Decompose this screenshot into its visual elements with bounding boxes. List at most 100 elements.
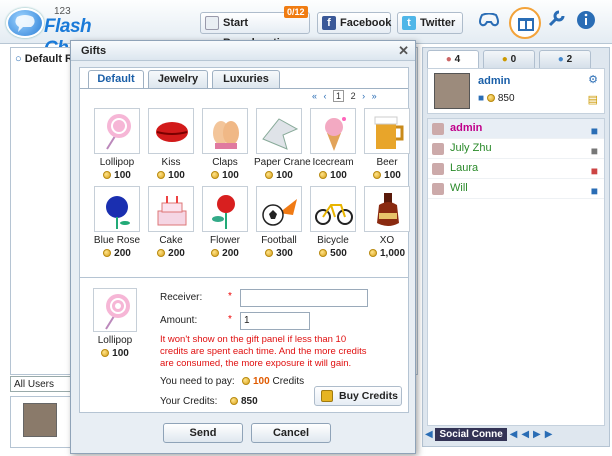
gift-item[interactable]: Icecream 100 (308, 108, 358, 181)
self-avatar[interactable] (434, 73, 470, 109)
cake-icon (148, 186, 194, 232)
tab-jewelry[interactable]: Jewelry (148, 70, 208, 88)
page-2[interactable]: 2 (351, 91, 356, 101)
gift-item[interactable]: Blue Rose 200 (92, 186, 142, 259)
coin-icon (373, 171, 382, 179)
receiver-input[interactable] (240, 289, 368, 307)
gift-item[interactable]: Lollipop 100 (92, 108, 142, 181)
social-connect-label[interactable]: Social Conne (435, 428, 507, 441)
social-nav-icons[interactable]: ◀◀▶▶ (510, 429, 557, 440)
user-row-july-zhu[interactable]: July Zhu ■ (428, 139, 604, 159)
pay-unit: Credits (272, 376, 305, 387)
gamepad-icon[interactable] (476, 10, 502, 36)
coin-icon (103, 171, 112, 179)
room-tab[interactable]: ○ Default R (15, 53, 73, 65)
beer-icon (364, 108, 410, 154)
twitter-button[interactable]: t Twitter (397, 12, 463, 34)
gift-pager: « ‹ 1 2 › » (312, 90, 381, 102)
gift-price: 100 (200, 170, 250, 181)
page-1[interactable]: 1 (333, 90, 345, 102)
tab-luxuries[interactable]: Luxuries (212, 70, 280, 88)
friends-count: 0 (510, 54, 517, 65)
self-credits: ■ 850 (478, 93, 515, 104)
user-row-laura[interactable]: Laura ■ (428, 159, 604, 179)
twitter-label: Twitter (420, 17, 456, 29)
room-icon: ○ (15, 53, 22, 65)
user-list: admin ■ July Zhu ■ Laura ■ Will ■ (427, 118, 605, 426)
buy-credits-label: Buy Credits (339, 390, 398, 402)
gift-item[interactable]: Kiss 100 (146, 108, 196, 181)
gift-item[interactable]: XO 1,000 (362, 186, 412, 259)
gift-icon (518, 18, 534, 31)
gift-item[interactable]: Beer 100 (362, 108, 412, 181)
amount-input[interactable]: 1 (240, 312, 310, 330)
required-mark: * (228, 291, 232, 302)
facebook-button[interactable]: f Facebook (317, 12, 391, 34)
gift-warning-text: It won't show on the gift panel if less … (160, 334, 367, 369)
info-icon[interactable] (573, 10, 599, 36)
gift-name: XO (379, 235, 395, 246)
gifts-dialog: Gifts ✕ Default Jewelry Luxuries « ‹ 1 2… (70, 40, 416, 454)
coin-icon (265, 249, 274, 257)
send-button[interactable]: Send (163, 423, 243, 443)
twitter-icon: t (402, 16, 416, 30)
coin-icon (101, 349, 110, 357)
coin-icon (157, 249, 166, 257)
gift-price-value: 100 (222, 170, 239, 181)
gift-price-value: 100 (384, 170, 401, 181)
gift-price-value: 200 (222, 248, 239, 259)
buy-credits-button[interactable]: Buy Credits (314, 386, 402, 406)
tab-messages[interactable]: ● 2 (539, 50, 591, 68)
cancel-button[interactable]: Cancel (251, 423, 331, 443)
gift-price-value: 200 (114, 248, 131, 259)
gift-name: Cake (159, 235, 183, 246)
room-title: Default R (24, 53, 73, 65)
chat-bubble-logo-icon (6, 8, 44, 38)
football-icon (256, 186, 302, 232)
users-icon: ● (445, 54, 452, 65)
coin-icon (319, 171, 328, 179)
tab-friends[interactable]: ● 0 (483, 50, 535, 68)
gift-name: Lollipop (99, 157, 135, 168)
last-page-icon[interactable]: » (372, 91, 377, 101)
tab-default[interactable]: Default (88, 70, 144, 89)
gift-price: 100 (146, 170, 196, 181)
prev-page-icon[interactable]: ‹ (324, 91, 327, 101)
first-page-icon[interactable]: « (312, 91, 317, 101)
gift-button[interactable] (509, 7, 541, 39)
gift-name: Icecream (312, 157, 354, 168)
gift-item[interactable]: Football 300 (254, 186, 304, 259)
self-name: admin (478, 75, 511, 87)
user-row-admin[interactable]: admin ■ (428, 119, 604, 139)
gift-price-value: 100 (114, 170, 131, 181)
my-avatar[interactable] (23, 403, 57, 437)
gift-item[interactable]: Flower 200 (200, 186, 250, 259)
coin-icon (211, 171, 220, 179)
gift-item[interactable]: Claps 100 (200, 108, 250, 181)
receiver-label: Receiver: (160, 292, 203, 303)
tab-divider (80, 88, 408, 89)
messages-icon: ● (557, 54, 564, 65)
settings-gear-icon[interactable]: ⚙ (588, 73, 598, 86)
credits-amount: 850 (230, 396, 258, 407)
friends-icon: ● (501, 54, 508, 65)
close-icon[interactable]: ✕ (398, 43, 409, 59)
gift-price: 200 (92, 248, 142, 259)
user-panel: ● 4 ● 0 ● 2 admin ■ 850 ⚙ ▤ admin ■ July … (422, 47, 610, 447)
gift-catalog: Default Jewelry Luxuries « ‹ 1 2 › » Lol… (79, 67, 412, 307)
bicycle-icon (310, 186, 356, 232)
social-arrow-icon[interactable]: ◀ (425, 429, 433, 440)
tab-users[interactable]: ● 4 (427, 50, 479, 68)
gift-item[interactable]: Paper Crane 100 (254, 108, 311, 181)
gift-item[interactable]: Bicycle 500 (308, 186, 358, 259)
gift-item[interactable]: Cake 200 (146, 186, 196, 259)
user-name: July Zhu (450, 142, 492, 154)
next-page-icon[interactable]: › (362, 91, 365, 101)
gift-name: Beer (376, 157, 398, 168)
user-row-will[interactable]: Will ■ (428, 179, 604, 199)
gift-price-value: 1,000 (379, 248, 406, 259)
wrench-icon[interactable] (543, 10, 569, 36)
card-icon[interactable]: ▤ (588, 93, 598, 106)
coin-icon (242, 377, 250, 385)
gift-name: Blue Rose (93, 235, 141, 246)
